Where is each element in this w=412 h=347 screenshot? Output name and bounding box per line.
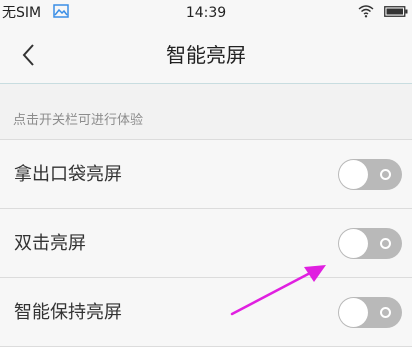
toggle-off-ring-icon [380,169,391,180]
setting-item-smart-stay-awake[interactable]: 智能保持亮屏 [0,278,412,347]
toggle-off-ring-icon [380,238,391,249]
settings-list: 拿出口袋亮屏 双击亮屏 智能保持亮屏 [0,139,412,347]
status-bar: 无SIM 14:39 [0,0,412,28]
setting-label: 拿出口袋亮屏 [14,164,122,185]
smart-stay-awake-toggle[interactable] [338,297,402,328]
status-time: 14:39 [185,5,227,21]
setting-item-pocket-wake[interactable]: 拿出口袋亮屏 [0,140,412,209]
toggle-knob [339,160,368,189]
setting-item-double-tap-wake[interactable]: 双击亮屏 [0,209,412,278]
toggle-knob [339,298,368,327]
section-hint: 点击开关栏可进行体验 [13,113,144,128]
wifi-icon [358,5,374,18]
setting-label: 双击亮屏 [14,233,86,254]
page-title: 智能亮屏 [166,43,246,67]
battery-icon [384,6,408,17]
setting-label: 智能保持亮屏 [14,302,122,323]
pocket-wake-toggle[interactable] [338,159,402,190]
toggle-knob [339,229,368,258]
annotation-arrow-icon [230,265,326,316]
double-tap-wake-toggle[interactable] [338,228,402,259]
title-bar: 智能亮屏 [0,28,412,84]
toggle-off-ring-icon [380,307,391,318]
